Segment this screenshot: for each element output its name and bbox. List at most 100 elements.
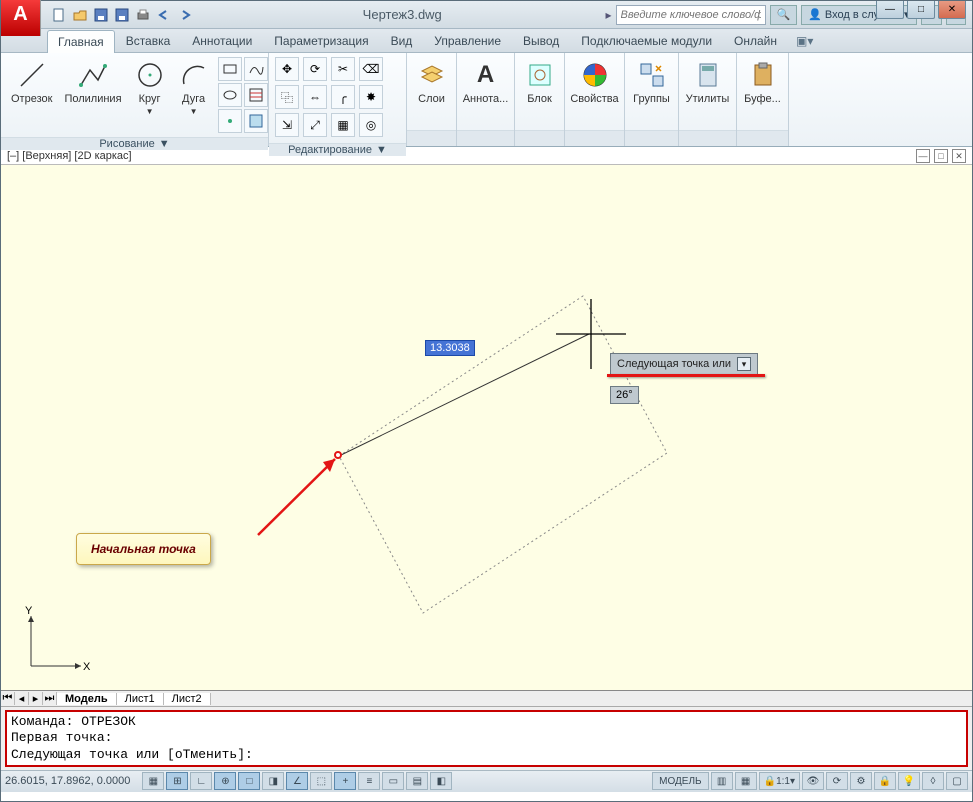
panel-annotation[interactable]: AАннота... (457, 53, 515, 146)
offset-icon[interactable]: ◎ (359, 113, 383, 137)
tab-manage[interactable]: Управление (423, 29, 512, 52)
layout-tabs: ⏮ ◂ ▸ ⏭ Модель Лист1 Лист2 (1, 691, 972, 707)
tab-annotate[interactable]: Аннотации (181, 29, 263, 52)
drawing-canvas[interactable]: 13.3038 Следующая точка или ▾ 26° Началь… (1, 165, 972, 691)
tab-insert[interactable]: Вставка (115, 29, 182, 52)
dropdown-icon[interactable]: ▾ (737, 357, 751, 371)
viewport-label-text[interactable]: [–] [Верхняя] [2D каркас] (7, 150, 132, 162)
lwt-toggle[interactable]: ≡ (358, 772, 380, 790)
layout-tab-model[interactable]: Модель (57, 693, 117, 705)
drawing-content (1, 165, 972, 690)
tab-parametric[interactable]: Параметризация (263, 29, 379, 52)
search-button[interactable]: 🔍 (770, 5, 798, 25)
explode-icon[interactable]: ✸ (359, 85, 383, 109)
layout-tab-sheet2[interactable]: Лист2 (164, 693, 211, 705)
stretch-icon[interactable]: ⇲ (275, 113, 299, 137)
search-arrow-icon: ▸ (605, 8, 611, 22)
ortho-toggle[interactable]: ∟ (190, 772, 212, 790)
ducs-toggle[interactable]: ⬚ (310, 772, 332, 790)
snap-toggle[interactable]: ▦ (142, 772, 164, 790)
polar-toggle[interactable]: ⊕ (214, 772, 236, 790)
tab-view[interactable]: Вид (380, 29, 424, 52)
tab-home[interactable]: Главная (47, 30, 115, 53)
spline-icon[interactable] (244, 57, 268, 81)
nav-last-icon[interactable]: ⏭ (43, 692, 57, 705)
toolbar-lock-icon[interactable]: 🔒 (874, 772, 896, 790)
workspace-icon[interactable]: ⚙ (850, 772, 872, 790)
dynamic-dimension[interactable]: 13.3038 (425, 340, 475, 356)
qat-new-icon[interactable] (49, 5, 69, 25)
rectangle-icon[interactable] (218, 57, 242, 81)
qat-redo-icon[interactable] (175, 5, 195, 25)
minimize-button[interactable]: — (876, 1, 904, 19)
array-icon[interactable]: ▦ (331, 113, 355, 137)
panel-expand-icon[interactable]: ▼ (159, 138, 170, 150)
annoscale-button[interactable]: 🔒 1:1▾ (759, 772, 800, 790)
coordinates-readout[interactable]: 26.6015, 17.8962, 0.0000 (5, 775, 140, 787)
panel-block[interactable]: Блок (515, 53, 565, 146)
sc-toggle[interactable]: ◧ (430, 772, 452, 790)
vp-minimize-icon[interactable]: — (916, 149, 930, 163)
ribbon-expand-icon[interactable]: ▣▾ (788, 30, 821, 52)
maximize-button[interactable]: □ (907, 1, 935, 19)
search-input[interactable] (616, 5, 766, 25)
tab-output[interactable]: Вывод (512, 29, 570, 52)
fillet-icon[interactable]: ╭ (331, 85, 355, 109)
vp-maximize-icon[interactable]: □ (934, 149, 948, 163)
ellipse-icon[interactable] (218, 83, 242, 107)
region-icon[interactable] (244, 109, 268, 133)
move-icon[interactable]: ✥ (275, 57, 299, 81)
rotate-icon[interactable]: ⟳ (303, 57, 327, 81)
copy-icon[interactable]: ⿻ (275, 85, 299, 109)
nav-prev-icon[interactable]: ◂ (15, 692, 29, 705)
annovisibility-icon[interactable]: 👁 (802, 772, 824, 790)
modelspace-button[interactable]: МОДЕЛЬ (652, 772, 708, 790)
draw-small-tools (218, 57, 268, 133)
ribbon-tabs: Главная Вставка Аннотации Параметризация… (1, 29, 972, 53)
tab-plugins[interactable]: Подключаемые модули (570, 29, 723, 52)
nav-first-icon[interactable]: ⏮ (1, 692, 15, 705)
osnap-toggle[interactable]: □ (238, 772, 260, 790)
grid-toggle[interactable]: ⊞ (166, 772, 188, 790)
layout-tab-sheet1[interactable]: Лист1 (117, 693, 164, 705)
qat-undo-icon[interactable] (154, 5, 174, 25)
quickview-drawings-icon[interactable]: ▦ (735, 772, 757, 790)
dyn-toggle[interactable]: + (334, 772, 356, 790)
qat-open-icon[interactable] (70, 5, 90, 25)
close-button[interactable]: ✕ (938, 1, 966, 19)
hardware-accel-icon[interactable]: 💡 (898, 772, 920, 790)
command-prompt[interactable]: Следующая точка или [оТменить]: (11, 747, 962, 763)
vp-close-icon[interactable]: ✕ (952, 149, 966, 163)
3dosnap-toggle[interactable]: ◨ (262, 772, 284, 790)
point-icon[interactable] (218, 109, 242, 133)
line-button[interactable]: Отрезок (7, 57, 56, 107)
isolate-icon[interactable]: ◊ (922, 772, 944, 790)
qat-saveas-icon[interactable] (112, 5, 132, 25)
panel-groups[interactable]: Группы (625, 53, 679, 146)
quickview-layouts-icon[interactable]: ▥ (711, 772, 733, 790)
hatch-icon[interactable] (244, 83, 268, 107)
tab-online[interactable]: Онлайн (723, 29, 788, 52)
panel-layers[interactable]: Слои (407, 53, 457, 146)
annosync-icon[interactable]: ⟳ (826, 772, 848, 790)
trim-icon[interactable]: ✂ (331, 57, 355, 81)
command-line[interactable]: Команда: ОТРЕЗОК Первая точка: Следующая… (5, 710, 968, 767)
mirror-icon[interactable]: ⇔ (303, 85, 327, 109)
cleanscreen-icon[interactable]: ▢ (946, 772, 968, 790)
panel-clipboard[interactable]: Буфе... (737, 53, 789, 146)
nav-next-icon[interactable]: ▸ (29, 692, 43, 705)
polyline-button[interactable]: Полилиния (60, 57, 125, 107)
qat-print-icon[interactable] (133, 5, 153, 25)
qat-save-icon[interactable] (91, 5, 111, 25)
tpy-toggle[interactable]: ▭ (382, 772, 404, 790)
panel-utilities[interactable]: Утилиты (679, 53, 737, 146)
app-menu-button[interactable]: A (1, 0, 41, 36)
erase-icon[interactable]: ⌫ (359, 57, 383, 81)
qp-toggle[interactable]: ▤ (406, 772, 428, 790)
otrack-toggle[interactable]: ∠ (286, 772, 308, 790)
scale-icon[interactable]: ⤢ (303, 113, 327, 137)
panel-expand-icon[interactable]: ▼ (376, 144, 387, 156)
arc-button[interactable]: Дуга▼ (174, 57, 214, 118)
panel-properties[interactable]: Свойства (565, 53, 625, 146)
circle-button[interactable]: Круг▼ (130, 57, 170, 118)
